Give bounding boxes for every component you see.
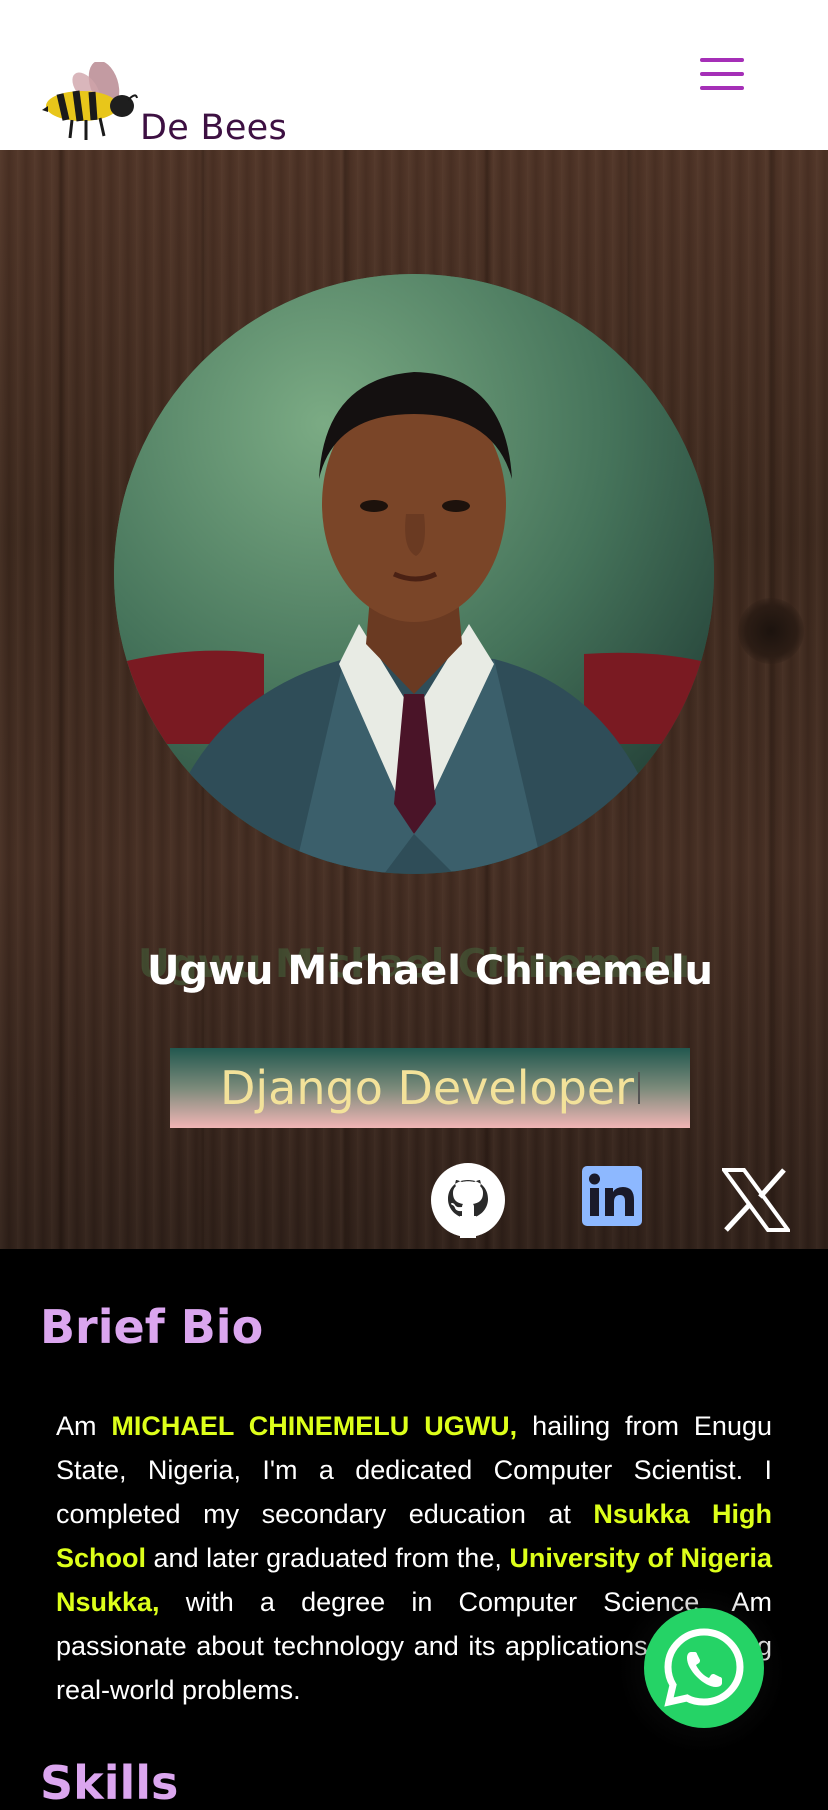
github-icon[interactable] xyxy=(430,1162,506,1243)
bio-text-part: and later graduated from the, xyxy=(146,1543,510,1573)
linkedin-icon[interactable] xyxy=(582,1166,642,1231)
typing-caret xyxy=(638,1072,641,1104)
role-text: Django Developer xyxy=(219,1061,635,1115)
bee-icon[interactable] xyxy=(42,60,138,149)
hamburger-menu-icon[interactable] xyxy=(700,58,748,92)
site-header: De Bees xyxy=(0,0,828,150)
whatsapp-icon[interactable] xyxy=(644,1608,764,1728)
wood-knot xyxy=(738,598,804,664)
bio-name-highlight: MICHAEL CHINEMELU UGWU, xyxy=(111,1411,518,1441)
skills-heading: Skills xyxy=(40,1756,179,1810)
bio-heading: Brief Bio xyxy=(40,1300,264,1354)
profile-photo xyxy=(114,274,714,874)
role-typewriter: Django Developer xyxy=(170,1048,690,1128)
brand-name[interactable]: De Bees xyxy=(140,108,287,148)
hero-section: Ugwu Michael Chinemelu Ugwu Michael Chin… xyxy=(0,150,828,1249)
x-icon[interactable] xyxy=(720,1168,792,1237)
profile-name: Ugwu Michael Chinemelu xyxy=(146,948,714,994)
bio-text-part: Am xyxy=(56,1411,112,1441)
